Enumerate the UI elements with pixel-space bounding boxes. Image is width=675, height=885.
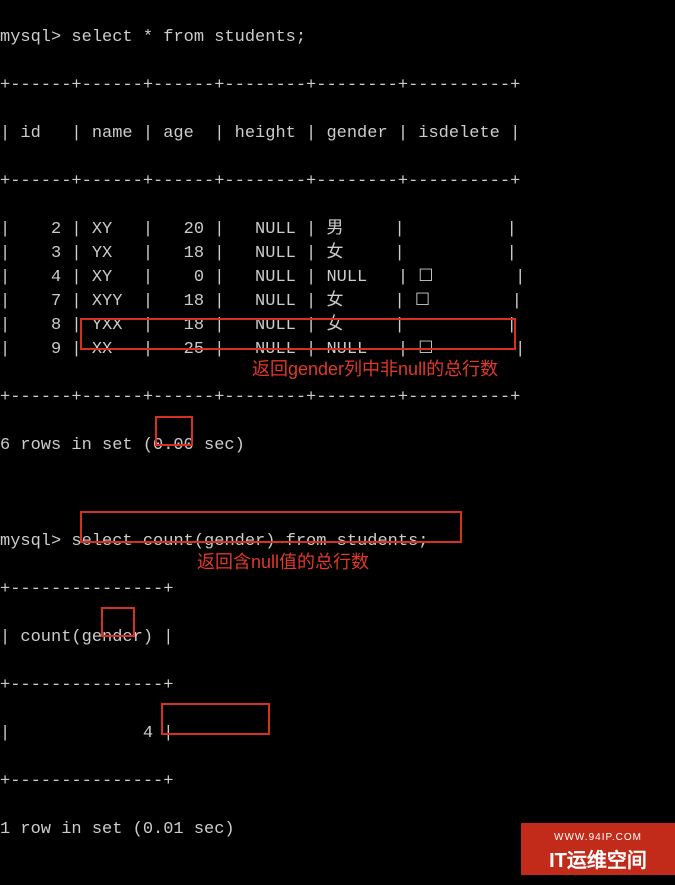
terminal-output: mysql> select * from students; +------+-…: [0, 0, 675, 885]
table-rows: | 2 | XY | 20 | NULL | 男 | | | 3 | YX | …: [0, 218, 675, 362]
table-border: +------+------+------+--------+--------+…: [0, 74, 675, 98]
table-border: +------+------+------+--------+--------+…: [0, 386, 675, 410]
value-row: | 4 |: [0, 722, 675, 746]
table-border: +---------------+: [0, 578, 675, 602]
prompt: mysql>: [0, 532, 61, 551]
sql-query-1: select * from students;: [71, 28, 306, 47]
watermark-url: WWW.94IP.COM: [521, 826, 675, 850]
table-border: +---------------+: [0, 674, 675, 698]
sql-query-2: select count(gender) from students;: [71, 532, 428, 551]
table-header: | count(gender) |: [0, 626, 675, 650]
query-line-1: mysql> select * from students;: [0, 26, 675, 50]
query-line-2: mysql> select count(gender) from student…: [0, 530, 675, 554]
prompt: mysql>: [0, 28, 61, 47]
table-header: | id | name | age | height | gender | is…: [0, 122, 675, 146]
table-border: +------+------+------+--------+--------+…: [0, 170, 675, 194]
watermark-94ip: WWW.94IP.COM IT运维空间: [521, 823, 675, 875]
result-footer: 6 rows in set (0.00 sec): [0, 434, 675, 458]
blank-line: [0, 482, 675, 506]
watermark-site: IT运维空间: [521, 850, 675, 872]
table-border: +---------------+: [0, 770, 675, 794]
